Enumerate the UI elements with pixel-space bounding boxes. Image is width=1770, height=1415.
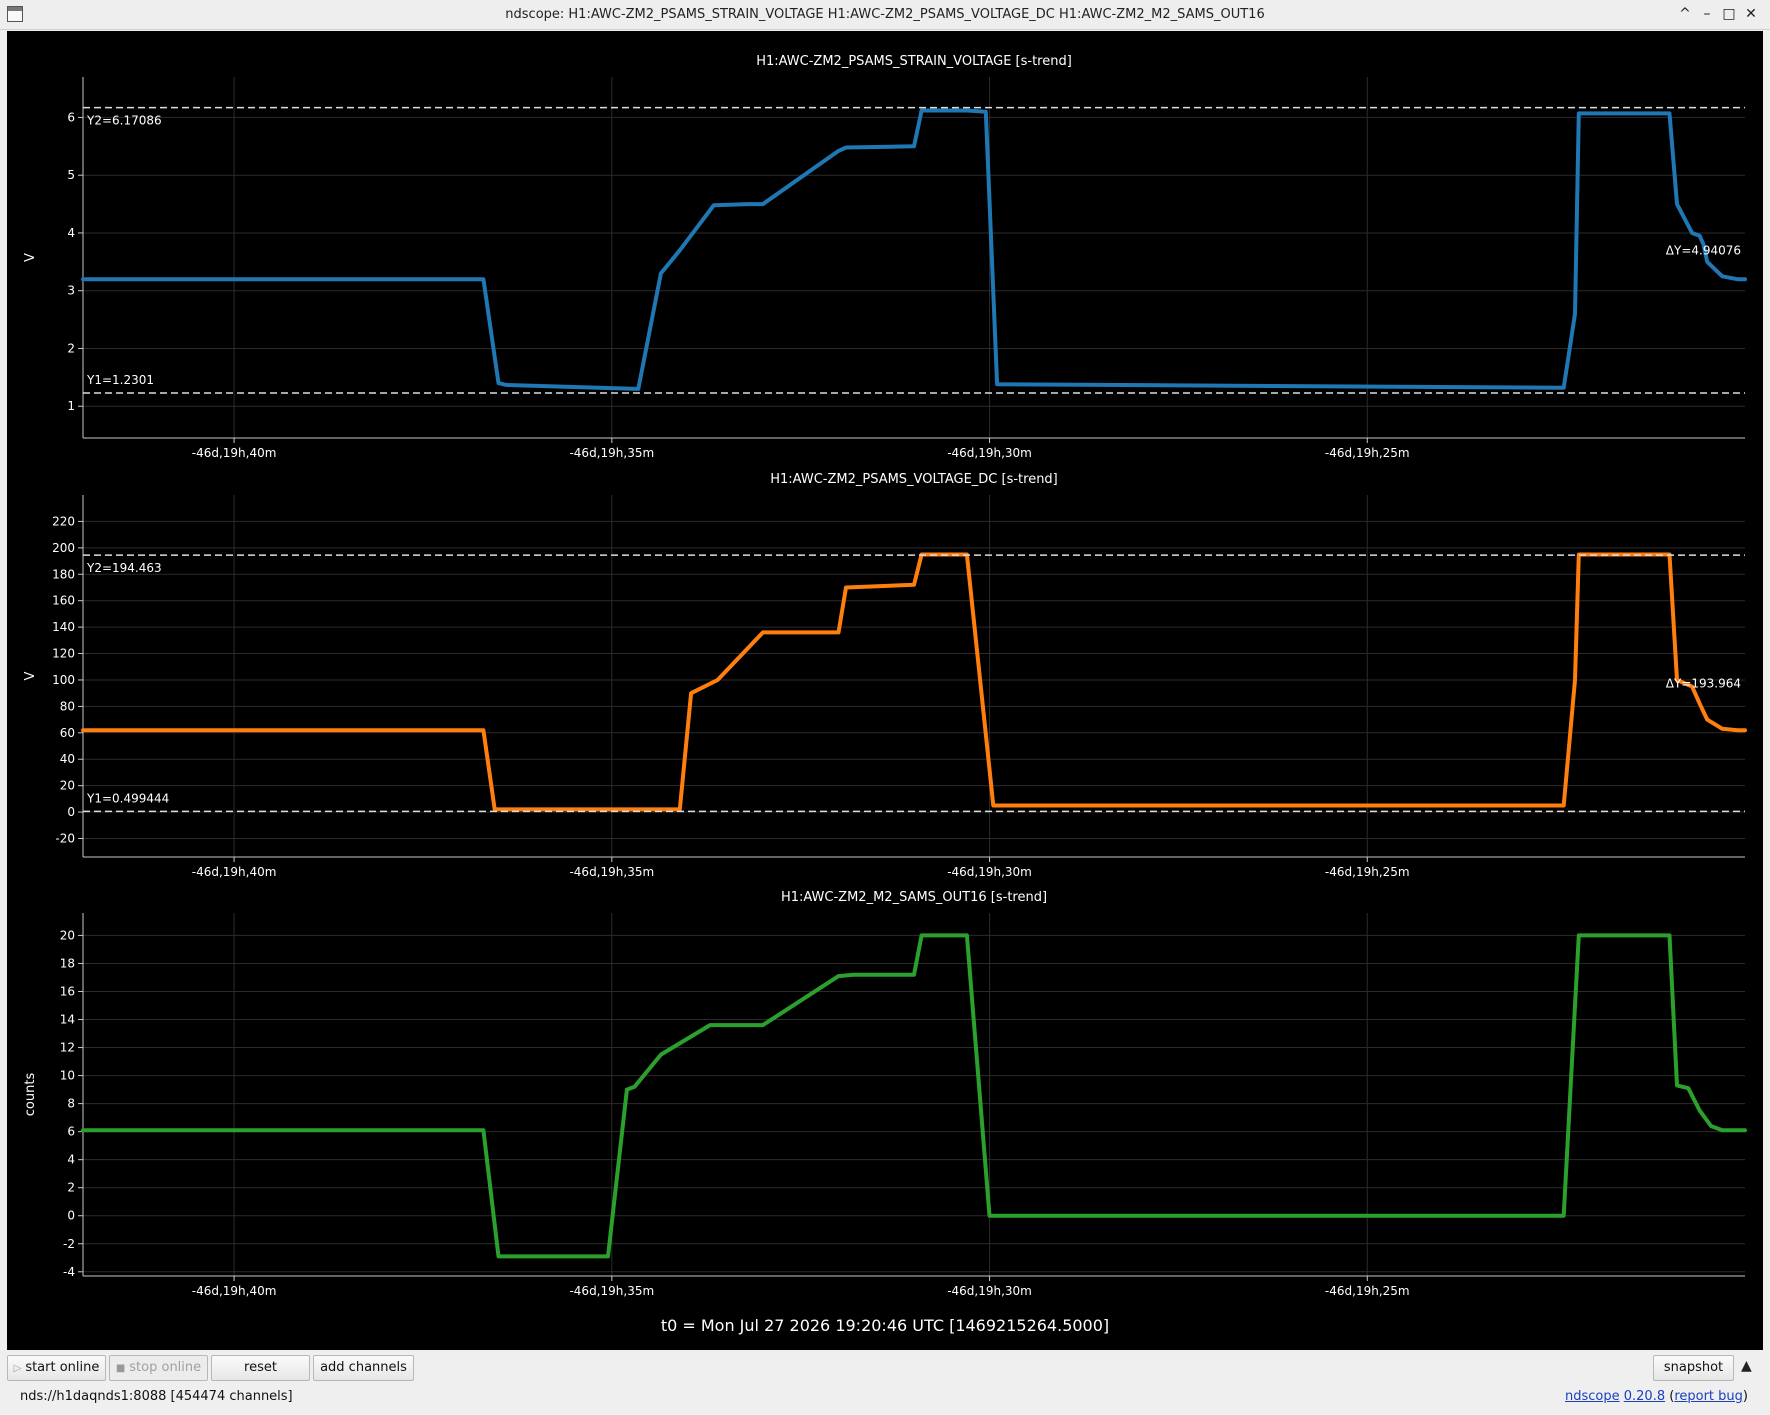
series-line [81, 108, 1747, 391]
series-line [81, 552, 1747, 812]
delta-y-label: ΔY=193.964 [1666, 676, 1741, 690]
stop-online-label: stop online [129, 1360, 202, 1375]
reset-button[interactable]: reset [211, 1355, 310, 1381]
x-tick-label: -46d,19h,30m [947, 1284, 1032, 1298]
y-axis-label: counts [23, 1073, 38, 1117]
bottom-toolbar: ▷ start online ■ stop online reset add cha… [0, 1350, 1770, 1415]
window-titlebar: ndscope: H1:AWC-ZM2_PSAMS_STRAIN_VOLTAGE… [0, 0, 1770, 30]
cursor-label: Y1=0.499444 [86, 791, 169, 805]
x-tick-label: -46d,19h,35m [569, 1284, 654, 1298]
chart-panel-3: H1:AWC-ZM2_M2_SAMS_OUT16 [s-trend] counts… [23, 890, 1747, 1298]
y-tick-label: -4 [63, 1265, 75, 1279]
report-bug-link[interactable]: report bug [1674, 1389, 1743, 1404]
snapshot-button[interactable]: snapshot [1653, 1355, 1734, 1381]
close-button[interactable]: ✕ [1741, 4, 1761, 24]
collapse-arrow-icon[interactable]: ▲ [1741, 1358, 1752, 1374]
x-tick-label: -46d,19h,25m [1325, 446, 1410, 460]
plot-area[interactable]: H1:AWC-ZM2_PSAMS_STRAIN_VOLTAGE [s-trend… [7, 31, 1763, 1350]
y-tick-label: 1 [67, 399, 75, 413]
maximize-button[interactable]: □ [1719, 4, 1739, 24]
cursor-label: Y2=194.463 [86, 561, 162, 575]
window-title: ndscope: H1:AWC-ZM2_PSAMS_STRAIN_VOLTAGE… [505, 7, 1265, 22]
shade-window-button[interactable]: ^ [1675, 4, 1695, 24]
y-tick-label: 6 [67, 110, 75, 124]
chart-title: H1:AWC-ZM2_PSAMS_VOLTAGE_DC [s-trend] [770, 472, 1058, 487]
version-info: ndscope 0.20.8 (report bug) [1564, 1389, 1748, 1404]
delta-y-label: ΔY=4.94076 [1666, 243, 1741, 257]
y-tick-label: 12 [60, 1041, 75, 1055]
chart-panel-2: H1:AWC-ZM2_PSAMS_VOLTAGE_DC [s-trend] V -2… [23, 472, 1747, 879]
y-tick-label: 100 [52, 673, 75, 687]
y-tick-label: 160 [52, 594, 75, 608]
server-status: nds://h1daqnds1:8088 [454474 channels] [20, 1389, 293, 1404]
t0-label: t0 = Mon Jul 27 2026 19:20:46 UTC [14692… [661, 1316, 1109, 1335]
stop-online-button: ■ stop online [109, 1355, 208, 1381]
y-tick-label: 5 [67, 168, 75, 182]
y-tick-label: 220 [52, 514, 75, 528]
y-tick-label: 4 [67, 1153, 75, 1167]
x-tick-label: -46d,19h,25m [1325, 1284, 1410, 1298]
y-tick-label: 20 [60, 928, 75, 942]
y-tick-label: 80 [60, 699, 75, 713]
y-tick-label: -2 [63, 1237, 75, 1251]
start-online-button[interactable]: ▷ start online [7, 1355, 106, 1381]
y-tick-label: 180 [52, 567, 75, 581]
chart-title: H1:AWC-ZM2_M2_SAMS_OUT16 [s-trend] [781, 890, 1047, 905]
chart-panel-1: H1:AWC-ZM2_PSAMS_STRAIN_VOLTAGE [s-trend… [23, 54, 1747, 460]
y-tick-label: 16 [60, 984, 75, 998]
y-tick-label: -20 [55, 832, 75, 846]
y-tick-label: 0 [67, 1209, 75, 1223]
plots-canvas[interactable]: H1:AWC-ZM2_PSAMS_STRAIN_VOLTAGE [s-trend… [7, 31, 1763, 1350]
y-tick-label: 140 [52, 620, 75, 634]
y-axis-label: V [23, 253, 38, 262]
y-tick-label: 14 [60, 1013, 75, 1027]
y-tick-label: 2 [67, 341, 75, 355]
y-tick-label: 3 [67, 284, 75, 298]
y-tick-label: 6 [67, 1125, 75, 1139]
minimize-button[interactable]: – [1697, 4, 1717, 24]
y-tick-label: 4 [67, 226, 75, 240]
play-icon: ▷ [13, 1363, 22, 1374]
y-tick-label: 20 [60, 779, 75, 793]
x-tick-label: -46d,19h,40m [192, 446, 277, 460]
cursor-label: Y1=1.2301 [86, 373, 154, 387]
x-tick-label: -46d,19h,40m [192, 865, 277, 879]
y-tick-label: 120 [52, 647, 75, 661]
cursor-label: Y2=6.17086 [86, 114, 162, 128]
start-online-label: start online [25, 1360, 100, 1375]
y-tick-label: 0 [67, 805, 75, 819]
version-link[interactable]: 0.20.8 [1624, 1389, 1665, 1404]
chart-title: H1:AWC-ZM2_PSAMS_STRAIN_VOLTAGE [s-trend… [756, 54, 1072, 69]
y-tick-label: 40 [60, 752, 75, 766]
y-tick-label: 60 [60, 726, 75, 740]
x-tick-label: -46d,19h,40m [192, 1284, 277, 1298]
series-line [81, 933, 1747, 1259]
x-tick-label: -46d,19h,30m [947, 446, 1032, 460]
x-tick-label: -46d,19h,35m [569, 446, 654, 460]
y-tick-label: 18 [60, 956, 75, 970]
y-tick-label: 8 [67, 1097, 75, 1111]
x-tick-label: -46d,19h,30m [947, 865, 1032, 879]
add-channels-button[interactable]: add channels [313, 1355, 414, 1381]
y-axis-label: V [23, 671, 38, 680]
stop-icon: ■ [115, 1363, 126, 1374]
y-tick-label: 2 [67, 1181, 75, 1195]
y-tick-label: 10 [60, 1069, 75, 1083]
x-tick-label: -46d,19h,25m [1325, 865, 1410, 879]
x-tick-label: -46d,19h,35m [569, 865, 654, 879]
ndscope-link[interactable]: ndscope [1565, 1389, 1620, 1404]
y-tick-label: 200 [52, 541, 75, 555]
